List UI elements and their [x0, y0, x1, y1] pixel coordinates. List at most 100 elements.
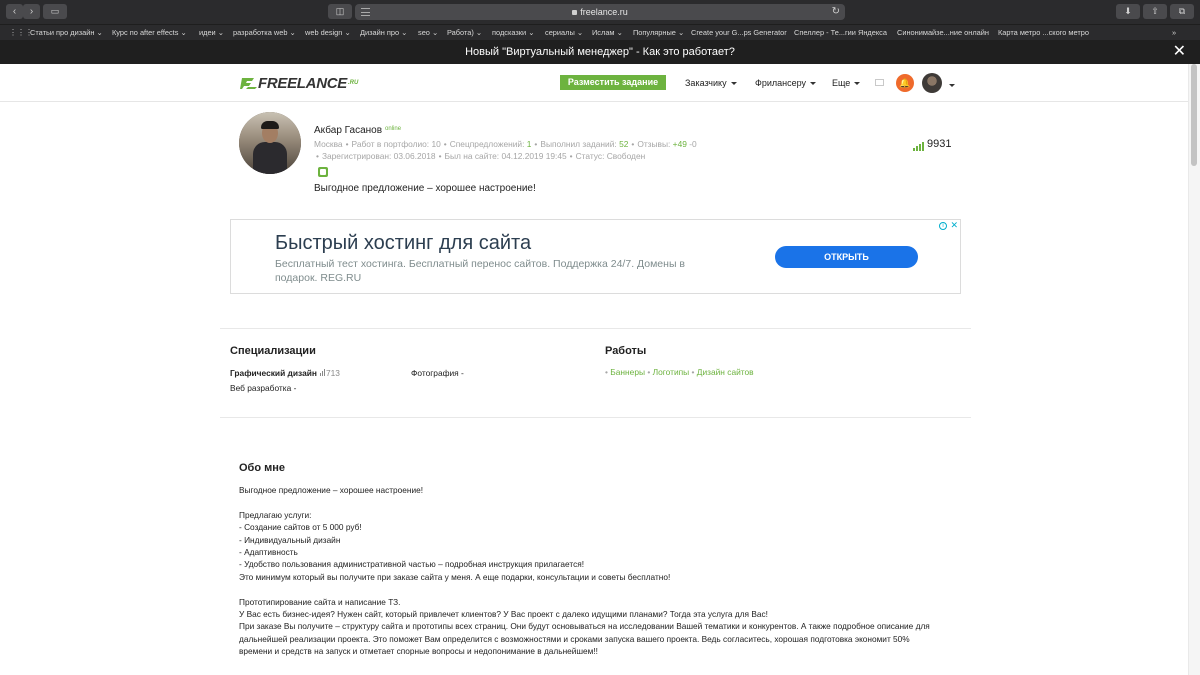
last-seen: Был на сайте: 04.12.2019 19:45: [444, 151, 567, 161]
about-paragraph: [239, 583, 939, 595]
pro-badge-icon: [318, 167, 328, 177]
apps-grid-icon[interactable]: ⋮⋮⋮: [9, 29, 33, 37]
about-paragraph: - Индивидуальный дизайн: [239, 534, 341, 545]
divider: [220, 417, 971, 418]
sidebar-icon[interactable]: ▭: [43, 4, 67, 19]
bookmark-item[interactable]: Ислам ⌄: [592, 25, 623, 40]
chevron-down-icon: [730, 81, 737, 85]
bookmark-item[interactable]: Работа) ⌄: [447, 25, 482, 40]
profile-stats: Москва • Работ в портфолио: 10 • Спецпредлож…: [314, 139, 697, 149]
online-status: online: [385, 126, 402, 132]
ad-open-button[interactable]: ОТКРЫТЬ: [775, 246, 918, 268]
pocket-icon[interactable]: ◫: [328, 4, 352, 19]
rating-bars-icon: [913, 142, 924, 151]
divider: [220, 328, 971, 329]
post-task-button[interactable]: Разместить задание: [560, 75, 666, 90]
profile-name: Акбар Гасанов: [314, 125, 383, 136]
about-title: Обо мне: [239, 462, 286, 474]
ad-close-icon[interactable]: ✕: [950, 220, 958, 231]
bookmark-item[interactable]: seo ⌄: [418, 25, 438, 40]
about-paragraph: Предлагаю услуги:: [239, 509, 312, 520]
about-paragraph: - Создание сайтов от 5 000 руб!: [239, 522, 362, 533]
profile-rating: 9931: [913, 138, 951, 151]
download-icon[interactable]: ⬇: [1116, 4, 1140, 19]
bookmark-item[interactable]: Дизайн про ⌄: [360, 25, 407, 40]
profile-city: Москва: [314, 139, 343, 149]
ad-description[interactable]: Бесплатный тест хостинга. Бесплатный пер…: [275, 257, 725, 285]
page-scrollbar[interactable]: [1188, 64, 1200, 675]
bookmark-item[interactable]: идеи ⌄: [199, 25, 224, 40]
profile-avatar: [239, 112, 301, 174]
bookmarks-bar: ⋮⋮⋮ Статьи про дизайн ⌄ Курс по after ef…: [0, 24, 1200, 40]
chevron-down-icon: [949, 83, 955, 87]
reviews-count[interactable]: Отзывы: +49 -0: [637, 139, 696, 149]
about-paragraph: Выгодное предложение – хорошее настроени…: [239, 485, 423, 495]
bookmark-item[interactable]: разработка web ⌄: [233, 25, 296, 40]
about-paragraph: - Удобство пользования административной …: [239, 559, 585, 570]
work-status: Статус: Свободен: [575, 151, 646, 161]
bookmark-item[interactable]: сериалы ⌄: [545, 25, 583, 40]
ad-title[interactable]: Быстрый хостинг для сайта: [275, 232, 531, 254]
work-category-link[interactable]: Дизайн сайтов: [697, 367, 754, 377]
spec-item[interactable]: Фотография -: [411, 368, 464, 379]
about-text: Выгодное предложение – хорошее настроени…: [239, 484, 939, 658]
url-text: freelance.ru: [580, 7, 628, 17]
user-menu-toggle[interactable]: [945, 78, 955, 92]
reload-icon[interactable]: ↻: [832, 4, 840, 20]
profile-slogan: Выгодное предложение – хорошее настроени…: [314, 183, 536, 194]
rating-bars-icon: [319, 369, 325, 376]
tabs-icon[interactable]: ⧉: [1170, 4, 1194, 19]
lock-icon: [572, 10, 578, 15]
banner-text[interactable]: Новый "Виртуальный менеджер" - Как это р…: [465, 46, 735, 58]
menu-freelancer[interactable]: Фрилансеру: [755, 76, 817, 90]
bookmark-item[interactable]: Спеллер - Те...гии Яндекса: [794, 25, 887, 40]
bookmark-item[interactable]: Create your G...ps Generator: [691, 25, 787, 40]
specializations-title: Специализации: [230, 345, 316, 357]
about-paragraph: У Вас есть бизнес-идея? Нужен сайт, кото…: [239, 609, 768, 620]
profile-name-row: Акбар Гасанов online: [314, 123, 401, 137]
bookmark-item[interactable]: Карта метро ...ского метро: [998, 25, 1089, 40]
bookmark-item[interactable]: Курс по after effects ⌄: [112, 25, 187, 40]
bookmark-item[interactable]: подсказки ⌄: [492, 25, 534, 40]
site-logo[interactable]: FREELANCE .RU: [240, 74, 358, 92]
logo-icon: [240, 78, 257, 89]
share-icon[interactable]: ⇧: [1143, 4, 1167, 19]
site-header: FREELANCE .RU Разместить задание Заказчик…: [0, 64, 1188, 102]
chevron-down-icon: [810, 81, 817, 85]
registered-date: Зарегистрирован: 03.06.2018: [321, 151, 436, 161]
work-category-link[interactable]: Баннеры: [610, 367, 645, 377]
bell-icon[interactable]: 🔔: [896, 74, 914, 92]
bookmark-item[interactable]: web design ⌄: [305, 25, 351, 40]
back-button[interactable]: ‹: [6, 4, 23, 19]
mail-icon[interactable]: [875, 79, 884, 86]
close-icon[interactable]: ✕: [1173, 40, 1186, 63]
bookmark-item[interactable]: Синонимайзе...ние онлайн: [897, 25, 989, 40]
ad-info-icon[interactable]: i: [939, 222, 947, 230]
works-list: • Баннеры • Логотипы • Дизайн сайтов: [605, 367, 754, 377]
menu-customer[interactable]: Заказчику: [685, 76, 737, 90]
announcement-banner[interactable]: Новый "Виртуальный менеджер" - Как это р…: [0, 40, 1200, 64]
address-bar[interactable]: freelance.ru ↻: [355, 4, 845, 20]
bookmark-item[interactable]: Статьи про дизайн ⌄: [30, 25, 103, 40]
work-category-link[interactable]: Логотипы: [653, 367, 690, 377]
about-paragraph: При заказе Вы получите – структуру сайта…: [239, 621, 933, 657]
menu-more[interactable]: Еще: [832, 76, 861, 90]
about-paragraph: [239, 496, 939, 508]
user-avatar[interactable]: [922, 73, 942, 93]
portfolio-count[interactable]: Работ в портфолио: 10: [352, 139, 441, 149]
works-title: Работы: [605, 345, 647, 357]
ad-block[interactable]: Быстрый хостинг для сайта Бесплатный тес…: [230, 219, 961, 294]
about-paragraph: Прототипирование сайта и написание ТЗ.: [239, 596, 401, 607]
scrollbar-thumb[interactable]: [1191, 64, 1197, 166]
rating-value: 9931: [927, 138, 952, 150]
forward-button[interactable]: ›: [23, 4, 40, 19]
about-paragraph: Это минимум который вы получите при зака…: [239, 571, 671, 582]
logo-suffix: .RU: [347, 80, 359, 86]
offers-count[interactable]: Спецпредложений: 1: [450, 139, 532, 149]
about-paragraph: - Адаптивность: [239, 547, 298, 558]
bookmark-item[interactable]: Популярные ⌄: [633, 25, 684, 40]
spec-item[interactable]: Графический дизайн 713: [230, 368, 340, 379]
spec-item[interactable]: Веб разработка -: [230, 383, 296, 394]
done-count: Выполнил заданий: 52: [540, 139, 629, 149]
bookmarks-overflow-icon[interactable]: »: [1172, 25, 1176, 40]
